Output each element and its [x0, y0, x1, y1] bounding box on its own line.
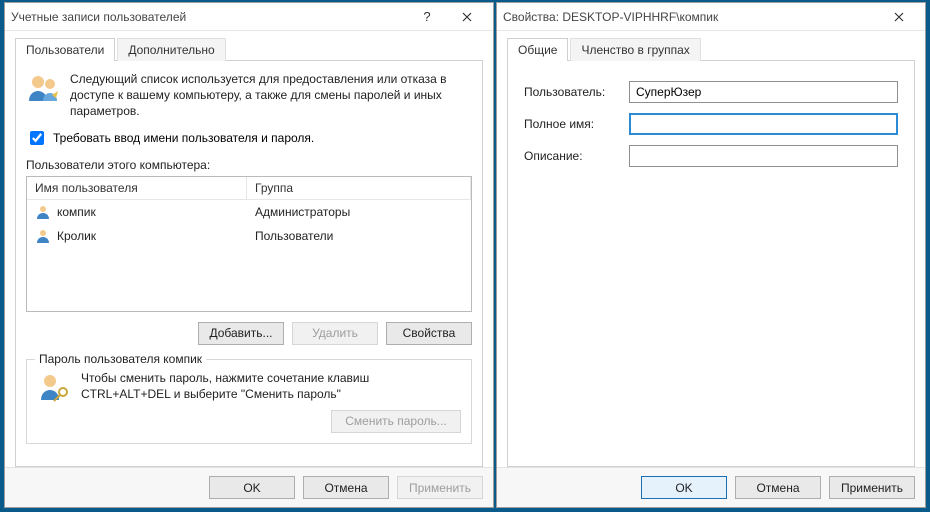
row-username: Пользователь:: [524, 81, 898, 103]
window-title: Свойства: DESKTOP-VIPHHRF\компик: [503, 10, 879, 24]
intro-text: Следующий список используется для предос…: [70, 71, 472, 120]
user-icon: [35, 228, 51, 244]
column-group[interactable]: Группа: [247, 177, 471, 199]
username-field[interactable]: [629, 81, 898, 103]
tab-panel: Пользователь: Полное имя: Описание:: [507, 60, 915, 467]
properties-button[interactable]: Свойства: [386, 322, 472, 345]
ok-button[interactable]: OK: [209, 476, 295, 499]
dialog-buttons: OK Отмена Применить: [497, 467, 925, 507]
list-item[interactable]: компик Администраторы: [27, 200, 471, 224]
require-login-checkbox[interactable]: [30, 131, 44, 145]
password-help-text: Чтобы сменить пароль, нажмите сочетание …: [81, 370, 461, 402]
row-fullname: Полное имя:: [524, 113, 898, 135]
cell-group: Пользователи: [255, 229, 333, 243]
intro-row: Следующий список используется для предос…: [26, 71, 472, 120]
add-button[interactable]: Добавить...: [198, 322, 284, 345]
help-button[interactable]: ?: [407, 5, 447, 29]
cancel-button[interactable]: Отмена: [303, 476, 389, 499]
window-body: Пользователи Дополнительно Следующий спи…: [5, 31, 493, 467]
description-field[interactable]: [629, 145, 898, 167]
list-item[interactable]: Кролик Пользователи: [27, 224, 471, 248]
list-buttons: Добавить... Удалить Свойства: [26, 322, 472, 345]
column-username[interactable]: Имя пользователя: [27, 177, 247, 199]
require-login-label: Требовать ввод имени пользователя и паро…: [53, 131, 314, 145]
dialog-buttons: OK Отмена Применить: [5, 467, 493, 507]
list-header: Имя пользователя Группа: [27, 177, 471, 200]
key-user-icon: [37, 370, 71, 404]
fullname-field[interactable]: [629, 113, 898, 135]
ok-button[interactable]: OK: [641, 476, 727, 499]
tab-panel: Следующий список используется для предос…: [15, 60, 483, 467]
titlebar[interactable]: Учетные записи пользователей ?: [5, 3, 493, 31]
change-password-button: Сменить пароль...: [331, 410, 461, 433]
apply-button: Применить: [397, 476, 483, 499]
user-accounts-window: Учетные записи пользователей ? Пользоват…: [4, 2, 494, 508]
close-button[interactable]: [447, 5, 487, 29]
user-icon: [35, 204, 51, 220]
window-body: Общие Членство в группах Пользователь: П…: [497, 31, 925, 467]
delete-button: Удалить: [292, 322, 378, 345]
password-groupbox: Пароль пользователя компик Чтобы сменить…: [26, 359, 472, 444]
tabstrip: Пользователи Дополнительно: [15, 38, 483, 61]
list-rows: компик Администраторы Кролик Пользовател…: [27, 200, 471, 311]
users-list-label: Пользователи этого компьютера:: [26, 158, 472, 172]
apply-button[interactable]: Применить: [829, 476, 915, 499]
window-title: Учетные записи пользователей: [11, 10, 407, 24]
user-properties-window: Свойства: DESKTOP-VIPHHRF\компик Общие Ч…: [496, 2, 926, 508]
tab-membership[interactable]: Членство в группах: [570, 38, 700, 61]
tab-users[interactable]: Пользователи: [15, 38, 115, 61]
password-group-title: Пароль пользователя компик: [35, 352, 206, 366]
close-button[interactable]: [879, 5, 919, 29]
tab-general[interactable]: Общие: [507, 38, 568, 61]
cell-username: Кролик: [57, 229, 96, 243]
user-form: Пользователь: Полное имя: Описание:: [518, 71, 904, 187]
tab-advanced[interactable]: Дополнительно: [117, 38, 225, 61]
require-login-row: Требовать ввод имени пользователя и паро…: [26, 128, 472, 148]
tabstrip: Общие Членство в группах: [507, 38, 915, 61]
fullname-label: Полное имя:: [524, 117, 619, 131]
cell-group: Администраторы: [255, 205, 350, 219]
users-listview[interactable]: Имя пользователя Группа компик Администр…: [26, 176, 472, 312]
cell-username: компик: [57, 205, 96, 219]
username-label: Пользователь:: [524, 85, 619, 99]
titlebar[interactable]: Свойства: DESKTOP-VIPHHRF\компик: [497, 3, 925, 31]
users-icon: [26, 71, 60, 105]
row-description: Описание:: [524, 145, 898, 167]
description-label: Описание:: [524, 149, 619, 163]
cancel-button[interactable]: Отмена: [735, 476, 821, 499]
